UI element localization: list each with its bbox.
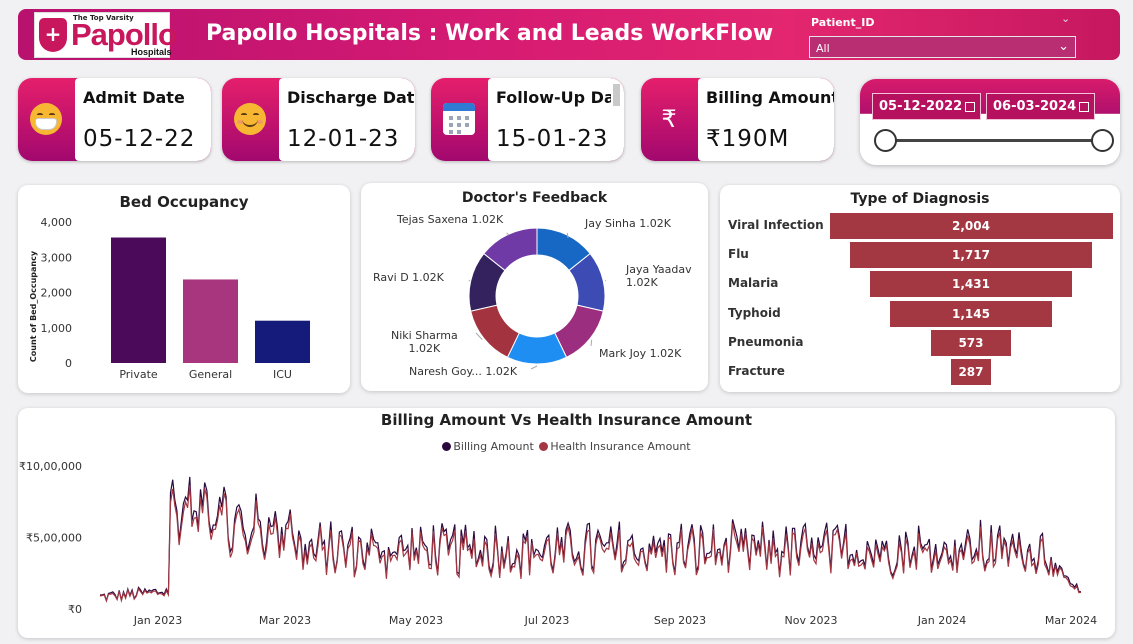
category-label: Typhoid — [728, 305, 781, 320]
category-label: Pneumonia — [728, 334, 804, 349]
slice-label: Niki Sharma 1.02K — [391, 329, 458, 355]
calendar-icon — [443, 103, 475, 135]
y-tick-label: 1,000 — [41, 322, 73, 335]
slider-start-handle[interactable] — [874, 129, 897, 152]
mask-face-icon — [30, 103, 62, 135]
slice-label: Jaya Yaadav 1.02K — [626, 263, 692, 289]
kpi-follow-up-date: Follow-Up Date 15-01-23 — [431, 78, 624, 161]
doctors-feedback-panel: Doctor's Feedback Jay Sinha 1.02K Jaya Ya… — [361, 183, 708, 391]
slice-label: Naresh Goy... 1.02K — [409, 365, 518, 378]
kpi-billing-amount: ₹ Billing Amount ₹190M — [641, 78, 834, 161]
kpi-label: Admit Date — [83, 88, 185, 107]
x-tick-label: Private — [119, 368, 158, 381]
calendar-icon — [965, 102, 975, 112]
leader-line — [590, 339, 593, 347]
funnel-bar[interactable]: 573 — [930, 329, 1012, 356]
slice-label: Ravi D 1.02K — [373, 271, 444, 284]
kpi-value: 05-12-22 — [83, 126, 196, 152]
end-date-input[interactable]: 06-03-2024 — [986, 93, 1095, 120]
series-line[interactable] — [99, 485, 1082, 603]
funnel-bar[interactable]: 1,717 — [849, 242, 1093, 269]
smile-face-icon — [234, 103, 266, 135]
patient-id-select[interactable]: All ⌄ — [809, 36, 1076, 58]
funnel-bar[interactable]: 1,145 — [890, 300, 1052, 327]
shield-icon — [39, 18, 67, 52]
patient-id-value: All — [816, 42, 830, 55]
funnel-bar[interactable]: 1,431 — [869, 271, 1073, 298]
y-axis-label: Count of Bed_Occupancy — [29, 250, 38, 362]
diagnosis-panel: Type of Diagnosis Viral Infection 2,004 Fl… — [720, 185, 1120, 392]
y-tick-label: 2,000 — [41, 287, 73, 300]
bar[interactable] — [183, 279, 238, 363]
slice-label: Tejas Saxena 1.02K — [397, 213, 504, 226]
category-label: Flu — [728, 247, 749, 262]
y-tick-label: ₹10,00,000 — [19, 460, 82, 473]
kpi-label: Billing Amount — [706, 88, 834, 107]
x-tick-label: Sep 2023 — [654, 614, 706, 627]
bed-occupancy-chart: 0 1,000 2,000 3,000 4,000 Count of Bed_Occupa… — [29, 216, 310, 381]
category-label: Fracture — [728, 364, 785, 378]
date-range-slicer: 05-12-2022 06-03-2024 — [860, 79, 1120, 165]
funnel-bar[interactable]: 287 — [950, 359, 992, 385]
y-tick-label: 0 — [65, 357, 72, 370]
x-tick-label: Nov 2023 — [785, 614, 838, 627]
kpi-value: 12-01-23 — [287, 126, 400, 152]
kpi-label: Discharge Date — [287, 88, 415, 107]
kpi-label: Follow-Up Date — [496, 88, 611, 107]
rupee-icon: ₹ — [661, 105, 677, 133]
start-date-value: 05-12-2022 — [879, 99, 963, 114]
patient-id-label: Patient_ID — [811, 16, 875, 29]
funnel-bar[interactable]: 2,004 — [829, 213, 1113, 239]
category-label: Malaria — [728, 276, 779, 291]
bar[interactable] — [255, 320, 310, 363]
x-tick-label: ICU — [273, 368, 292, 381]
series-line[interactable] — [99, 476, 1082, 603]
bed-occupancy-panel: Bed Occupancy 0 1,000 2,000 3,000 4,000 Count… — [18, 185, 350, 393]
logo-subname: Hospitals — [131, 47, 172, 57]
x-tick-label: Jan 2024 — [917, 614, 966, 627]
slider-track[interactable] — [884, 139, 1103, 142]
x-tick-label: Mar 2024 — [1045, 614, 1097, 627]
leader-line — [468, 279, 471, 282]
y-tick-label: 3,000 — [41, 251, 73, 264]
billing-insurance-chart: ₹0 ₹5,00,000 ₹10,00,000 Jan 2023 Mar 2023 May… — [19, 460, 1097, 627]
slice-label: Jay Sinha 1.02K — [585, 217, 671, 230]
y-tick-label: ₹0 — [68, 603, 82, 616]
kpi-value: ₹190M — [706, 126, 790, 152]
leader-line — [604, 280, 607, 282]
bar[interactable] — [111, 237, 166, 363]
slice-label: Mark Joy 1.02K — [599, 347, 682, 360]
kpi-value: 15-01-23 — [496, 126, 609, 152]
x-tick-label: Jul 2023 — [524, 614, 570, 627]
page-title: Papollo Hospitals : Work and Leads WorkF… — [206, 21, 774, 46]
scrollbar[interactable] — [613, 84, 620, 106]
billing-insurance-panel: Billing Amount Vs Health Insurance Amoun… — [18, 408, 1115, 638]
leader-line — [530, 365, 538, 370]
x-tick-label: General — [189, 368, 232, 381]
y-tick-label: ₹5,00,000 — [26, 532, 82, 545]
x-tick-label: Jan 2023 — [133, 614, 182, 627]
end-date-value: 06-03-2024 — [993, 99, 1077, 114]
logo: The Top Varsity Papollo Hospitals — [34, 12, 177, 58]
x-tick-label: May 2023 — [389, 614, 443, 627]
y-tick-label: 4,000 — [41, 216, 73, 229]
x-tick-label: Mar 2023 — [259, 614, 311, 627]
chart-title: Type of Diagnosis — [850, 191, 990, 207]
kpi-discharge-date: Discharge Date 12-01-23 — [222, 78, 415, 161]
calendar-icon — [1079, 102, 1089, 112]
kpi-admit-date: Admit Date 05-12-22 — [18, 78, 211, 161]
category-label: Viral Infection — [728, 218, 824, 232]
start-date-input[interactable]: 05-12-2022 — [872, 93, 981, 120]
leader-line — [566, 232, 569, 239]
chevron-down-icon: ⌄ — [1058, 39, 1069, 54]
header-bar: The Top Varsity Papollo Hospitals Papoll… — [18, 9, 1120, 60]
slider-end-handle[interactable] — [1091, 129, 1114, 152]
chevron-down-icon[interactable]: ⌄ — [1061, 12, 1070, 25]
